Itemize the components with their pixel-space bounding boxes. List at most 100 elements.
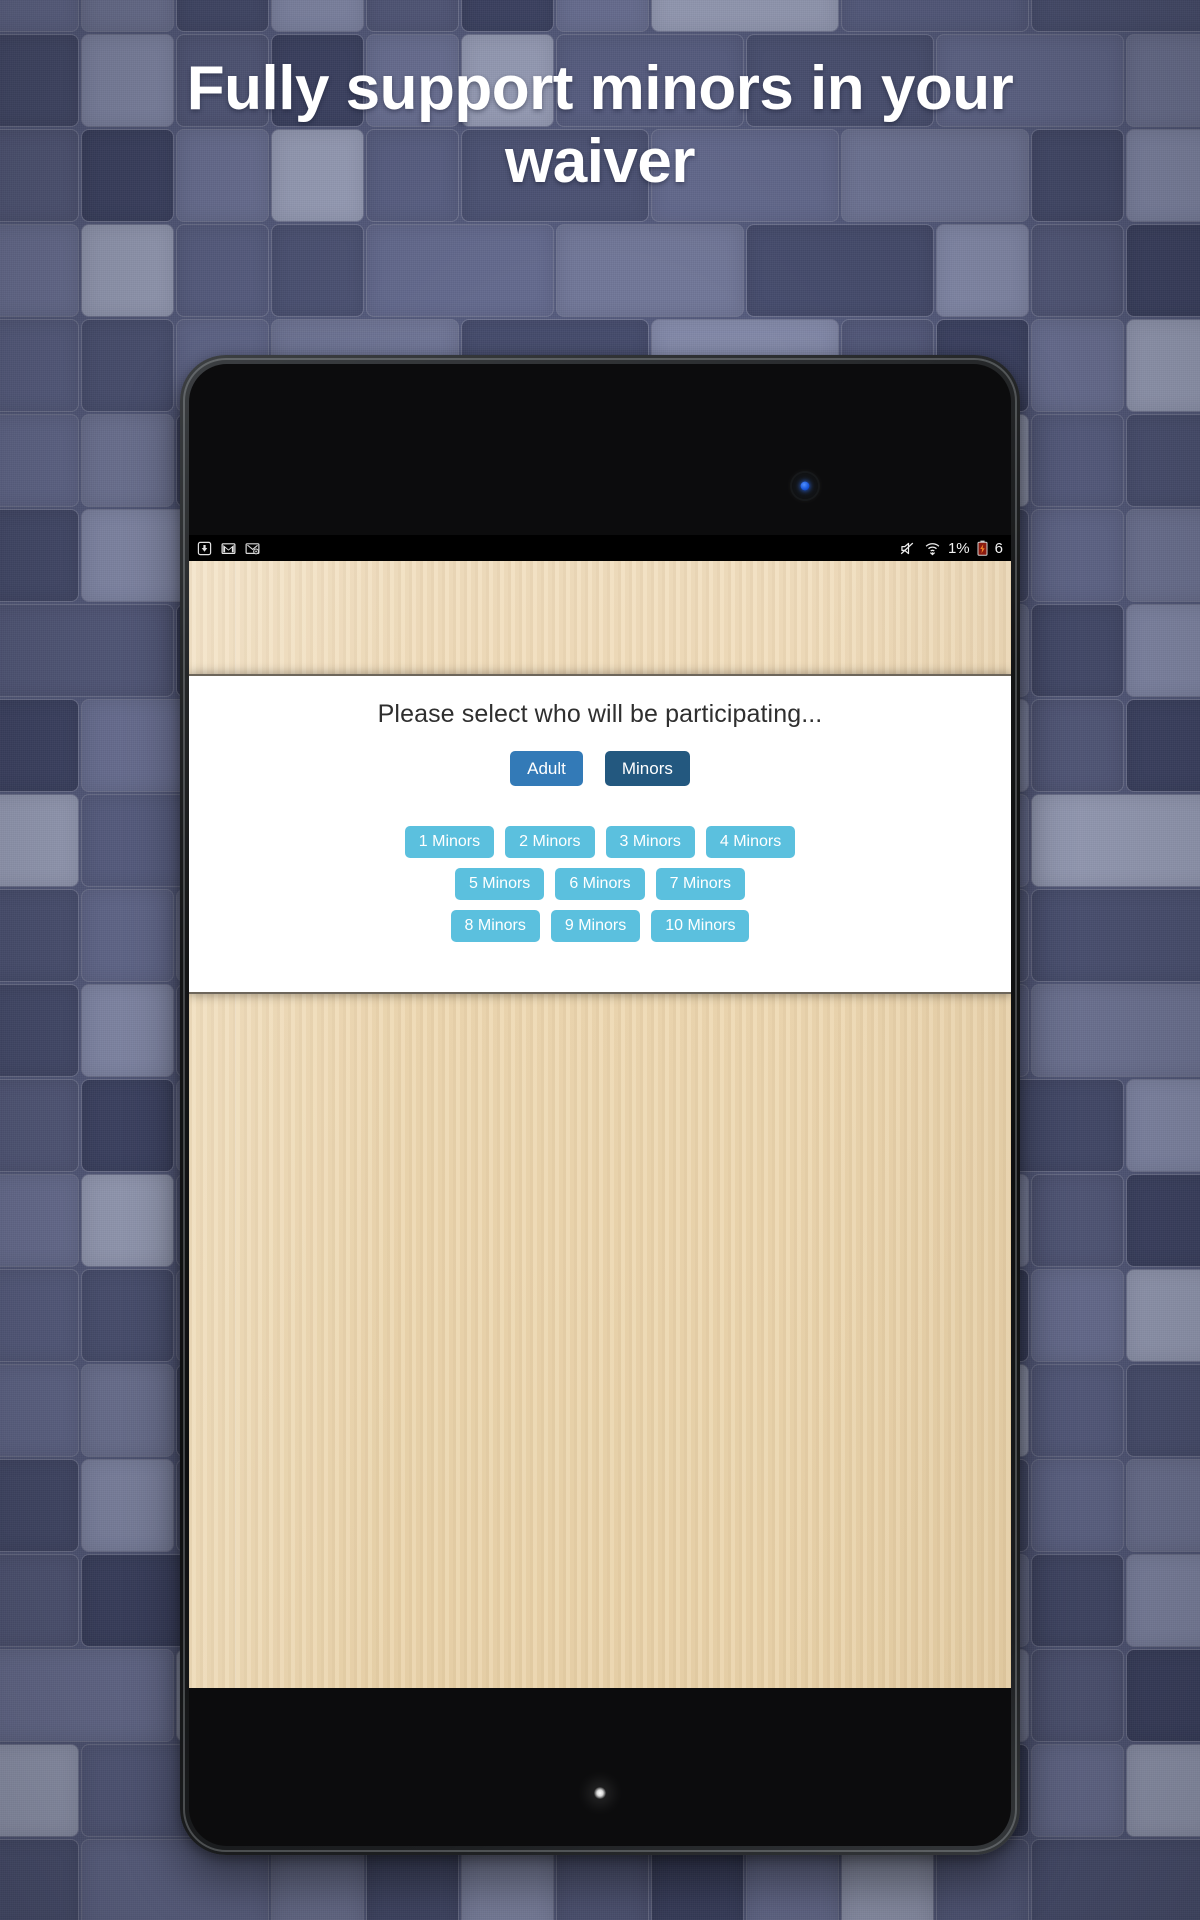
background-tile <box>82 1270 173 1361</box>
background-tile <box>842 0 1028 31</box>
minor-count-button-6[interactable]: 6 Minors <box>555 868 645 900</box>
battery-low-icon <box>977 540 988 556</box>
minors-button[interactable]: Minors <box>604 751 690 786</box>
camera-lens <box>800 481 810 491</box>
primary-button-row: Adult Minors <box>189 751 1011 786</box>
background-tile <box>177 0 268 31</box>
background-tile <box>82 320 173 411</box>
background-tile <box>272 225 363 316</box>
minor-count-button-4[interactable]: 4 Minors <box>705 826 796 858</box>
background-tile <box>0 225 78 316</box>
adult-button[interactable]: Adult <box>510 751 583 786</box>
minor-count-button-8[interactable]: 8 Minors <box>450 910 540 942</box>
background-tile <box>1032 1650 1123 1741</box>
background-tile <box>1127 1175 1200 1266</box>
minor-count-button-grid: 1 Minors 2 Minors 3 Minors 4 Minors 5 Mi… <box>189 826 1011 942</box>
background-tile <box>1127 1270 1200 1361</box>
background-tile <box>1032 415 1123 506</box>
background-tile <box>747 225 933 316</box>
background-tile <box>272 0 363 31</box>
minor-count-button-7[interactable]: 7 Minors <box>655 868 746 900</box>
background-tile <box>1127 1745 1200 1836</box>
background-tile <box>1127 700 1200 791</box>
minor-count-button-5[interactable]: 5 Minors <box>454 868 545 900</box>
app-update-icon <box>245 541 260 556</box>
background-tile <box>0 1745 78 1836</box>
background-tile <box>82 225 173 316</box>
volume-mute-icon <box>900 541 917 556</box>
background-tile <box>367 0 458 31</box>
background-tile <box>0 605 173 696</box>
dialog-title: Please select who will be participating.… <box>377 700 823 728</box>
background-tile <box>1032 1365 1123 1456</box>
minor-count-button-1[interactable]: 1 Minors <box>404 826 495 858</box>
download-icon <box>197 541 212 556</box>
front-camera-icon <box>792 473 818 499</box>
status-bar-right: 1% 6 <box>900 540 1003 557</box>
background-tile <box>1032 890 1200 981</box>
home-led-indicator <box>594 1787 606 1799</box>
background-tile <box>0 1175 78 1266</box>
tablet-device: 1% 6 Please select who will be participa… <box>180 355 1020 1855</box>
status-bar-left <box>197 541 260 556</box>
background-tile <box>1127 1460 1200 1551</box>
background-tile <box>1127 1080 1200 1171</box>
background-tile <box>1032 1745 1123 1836</box>
background-tile <box>1032 1840 1200 1920</box>
participant-selection-dialog: Please select who will be participating.… <box>189 674 1011 994</box>
gmail-icon <box>221 541 236 556</box>
background-tile <box>0 415 78 506</box>
background-tile <box>82 1080 173 1171</box>
background-tile <box>82 1460 173 1551</box>
background-tile <box>82 1365 173 1456</box>
background-tile <box>1032 985 1200 1076</box>
background-tile <box>937 225 1028 316</box>
minor-count-button-2[interactable]: 2 Minors <box>505 826 595 858</box>
minor-count-button-9[interactable]: 9 Minors <box>550 910 641 942</box>
background-tile <box>367 225 553 316</box>
status-bar: 1% 6 <box>189 535 1011 561</box>
background-tile <box>1032 795 1200 886</box>
background-tile <box>0 1270 78 1361</box>
background-tile <box>1032 605 1123 696</box>
background-tile <box>82 1175 173 1266</box>
page-headline: Fully support minors in your waiver <box>186 54 1014 197</box>
background-tile <box>82 415 173 506</box>
background-tile <box>0 320 78 411</box>
background-tile <box>177 225 268 316</box>
background-tile <box>1032 1460 1123 1551</box>
background-tile <box>1032 510 1123 601</box>
background-tile <box>82 890 173 981</box>
background-tile <box>0 0 78 31</box>
background-tile <box>0 985 78 1076</box>
background-tile <box>0 890 78 981</box>
wifi-icon <box>924 541 941 556</box>
background-tile <box>1032 1270 1123 1361</box>
tablet-screen: 1% 6 Please select who will be participa… <box>189 535 1011 1688</box>
minor-count-row-3: 8 Minors 9 Minors 10 Minors <box>189 910 1011 942</box>
background-tile <box>1127 1650 1200 1741</box>
background-tile <box>82 0 173 31</box>
background-tile <box>0 510 78 601</box>
background-tile <box>462 0 553 31</box>
battery-percent-label: 1% <box>947 539 970 557</box>
background-tile <box>0 795 78 886</box>
minor-count-row-2: 5 Minors 6 Minors 7 Minors <box>189 868 1011 900</box>
background-tile <box>557 0 648 31</box>
background-tile <box>652 0 838 31</box>
minor-count-button-3[interactable]: 3 Minors <box>605 826 695 858</box>
background-tile <box>0 700 78 791</box>
background-tile <box>0 1650 173 1741</box>
background-tile <box>1127 1365 1200 1456</box>
background-tile <box>0 1080 78 1171</box>
background-tile <box>82 985 173 1076</box>
background-tile <box>1032 0 1200 31</box>
background-tile <box>1127 225 1200 316</box>
app-background-wood: Please select who will be participating.… <box>189 561 1011 1688</box>
background-tile <box>1032 320 1123 411</box>
background-tile <box>1127 510 1200 601</box>
minor-count-button-10[interactable]: 10 Minors <box>651 910 750 942</box>
background-tile <box>1032 225 1123 316</box>
background-tile <box>0 1460 78 1551</box>
background-tile <box>1127 1555 1200 1646</box>
